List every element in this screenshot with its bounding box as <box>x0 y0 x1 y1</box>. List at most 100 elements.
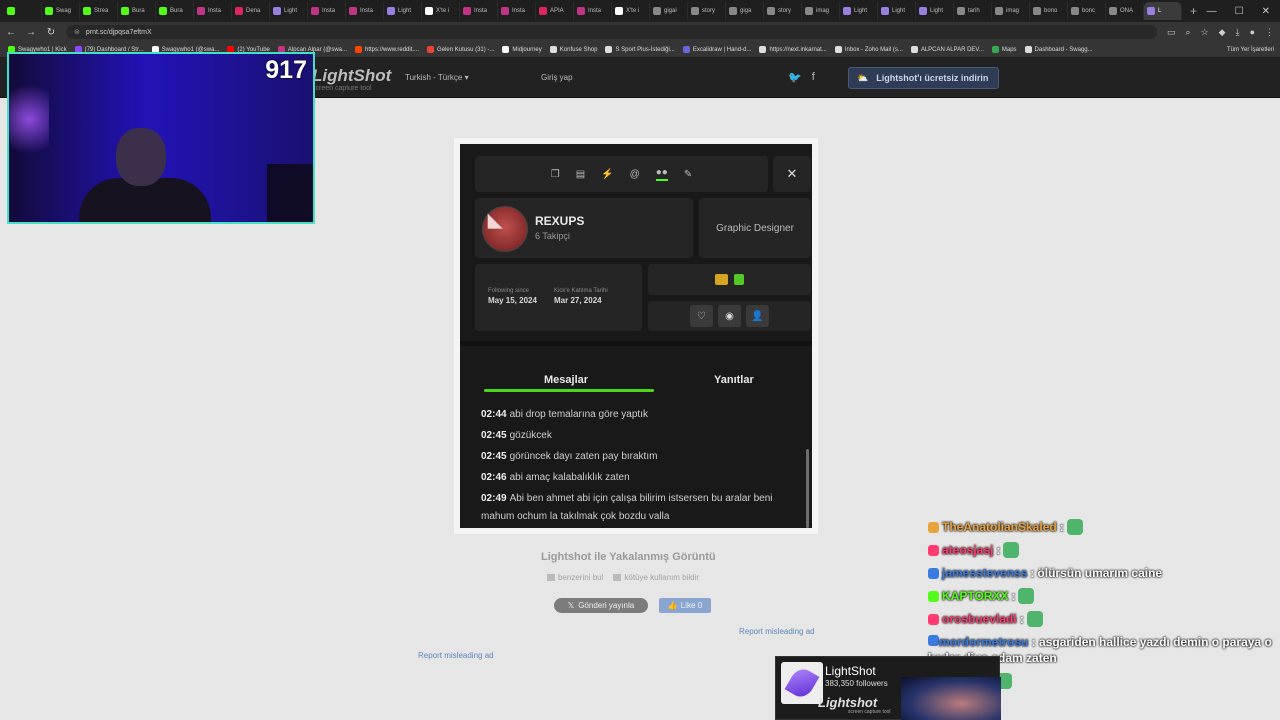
browser-tab[interactable]: giga <box>726 2 764 20</box>
tab-messages[interactable]: Mesajlar <box>544 374 588 386</box>
tweet-button[interactable]: 𝕏 Gönderi yayınla <box>554 598 648 613</box>
find-similar-link[interactable]: benzerini bul <box>547 573 603 582</box>
browser-tab[interactable]: imag <box>802 2 840 20</box>
find-similar-label: benzerini bul <box>558 573 604 582</box>
facebook-icon[interactable]: f <box>812 71 815 84</box>
bookmark-item[interactable]: Gelen Kutusu (31) -... <box>427 46 494 53</box>
browser-tab[interactable]: story <box>764 2 802 20</box>
language-label: Turkish - Türkçe <box>405 73 463 82</box>
bookmark-item[interactable]: https://next.inkarnat... <box>759 46 827 53</box>
screenshot-frame: ❐ ▤ ⚡ @ ●● ✎ ✕ ◣ REXUPS 6 Takipçi Graphi… <box>454 138 818 534</box>
chat-bubble-icon[interactable]: ●● <box>655 167 668 181</box>
mention-icon[interactable]: @ <box>630 169 640 180</box>
site-logo[interactable]: LightShot <box>312 66 391 86</box>
window-close-icon[interactable]: ✕ <box>1262 6 1270 17</box>
x-logo-icon: 𝕏 <box>567 601 575 610</box>
bookmark-item[interactable]: ALPCAN ALPAR DEV... <box>910 46 984 53</box>
browser-tab[interactable]: Light <box>878 2 916 20</box>
eye-icon[interactable]: ◉ <box>718 305 741 327</box>
browser-tab[interactable]: Insta <box>498 2 536 20</box>
browser-tab[interactable]: APIA <box>536 2 574 20</box>
browser-tab[interactable]: tarih <box>954 2 992 20</box>
cast-icon[interactable]: ▭ <box>1167 27 1176 38</box>
reload-icon[interactable]: ↻ <box>46 27 56 38</box>
browser-tab[interactable]: X'te i <box>612 2 650 20</box>
all-bookmarks-link[interactable]: Tüm Yer İşaretleri <box>1227 47 1280 53</box>
site-info-icon[interactable]: ⊜ <box>74 28 80 36</box>
pin-icon[interactable]: ✎ <box>684 169 692 180</box>
browser-tab[interactable]: Insta <box>346 2 384 20</box>
bookmark-item[interactable]: https://www.reddit.... <box>355 46 419 53</box>
browser-tab[interactable]: Dena <box>232 2 270 20</box>
tab-replies[interactable]: Yanıtlar <box>714 374 754 386</box>
bookmark-item[interactable]: Maps <box>991 46 1017 53</box>
browser-tab[interactable]: Light <box>384 2 422 20</box>
copy-icon[interactable]: ❐ <box>551 169 560 180</box>
browser-tab[interactable]: bonc <box>1068 2 1106 20</box>
profile-icon[interactable]: ● <box>1250 27 1255 38</box>
tab-label: bonc <box>1082 8 1096 14</box>
bookmark-item[interactable]: Konfuse Shop <box>549 46 597 53</box>
browser-tab[interactable]: story <box>688 2 726 20</box>
close-button[interactable]: ✕ <box>773 156 811 192</box>
message-scrollbar[interactable] <box>806 449 809 528</box>
tab-label: tarih <box>968 8 980 14</box>
language-selector[interactable]: Turkish - Türkçe ▾ <box>405 73 469 82</box>
tab-favicon-icon <box>1033 7 1041 15</box>
bookmark-item[interactable]: Excalidraw | Hand-d... <box>682 46 752 53</box>
tab-label: giga <box>740 8 752 14</box>
browser-tab[interactable]: gigai <box>650 2 688 20</box>
browser-tab[interactable]: Swag <box>42 2 80 20</box>
maximize-icon[interactable]: ☐ <box>1235 6 1244 17</box>
bookmark-star-icon[interactable]: ☆ <box>1201 27 1209 38</box>
url-field[interactable]: ⊜ prnt.sc/djpqsa7eftmX <box>66 25 1158 39</box>
report-ad-link-left[interactable]: Report misleading ad <box>418 651 494 660</box>
lightning-icon[interactable]: ⚡ <box>601 169 613 180</box>
browser-tab[interactable]: Insta <box>574 2 612 20</box>
browser-tab[interactable]: Bura <box>118 2 156 20</box>
twitter-icon[interactable]: 🐦 <box>788 71 802 84</box>
browser-tab[interactable]: imag <box>992 2 1030 20</box>
message-time: 02:49 <box>481 493 507 504</box>
browser-tab[interactable] <box>4 2 42 20</box>
tweet-button-label: Gönderi yayınla <box>578 601 635 610</box>
browser-tab[interactable]: Insta <box>460 2 498 20</box>
browser-tab[interactable]: X'te i <box>422 2 460 20</box>
image-caption: Lightshot ile Yakalanmış Görüntü <box>541 551 716 563</box>
browser-tab[interactable]: L <box>1144 2 1182 20</box>
like-button[interactable]: 👍 Like 0 <box>659 598 711 613</box>
heart-icon[interactable]: ♡ <box>690 305 713 327</box>
browser-tab[interactable]: Insta <box>194 2 232 20</box>
save-icon[interactable]: ▤ <box>576 169 585 180</box>
bookmark-item[interactable]: Inbox - Zoho Mail (s... <box>834 46 903 53</box>
bookmark-label: Inbox - Zoho Mail (s... <box>844 46 903 53</box>
menu-icon[interactable]: ⋮ <box>1265 27 1274 38</box>
report-ad-link-right[interactable]: Report misleading ad <box>739 627 815 636</box>
login-link[interactable]: Giriş yap <box>541 73 573 82</box>
browser-tab[interactable]: Bura <box>156 2 194 20</box>
extensions-icon[interactable]: ◆ <box>1219 27 1226 38</box>
browser-tab[interactable]: Light <box>840 2 878 20</box>
browser-tab[interactable]: bono <box>1030 2 1068 20</box>
bookmark-item[interactable]: Dashboard - Swagg... <box>1024 46 1093 53</box>
browser-tab[interactable]: ONA <box>1106 2 1144 20</box>
user-settings-icon[interactable]: 👤 <box>746 305 769 327</box>
new-tab-button[interactable]: + <box>1182 4 1205 18</box>
bookmark-label: https://next.inkarnat... <box>769 46 827 53</box>
browser-tab[interactable]: Insta <box>308 2 346 20</box>
tab-label: story <box>778 8 792 14</box>
forward-icon[interactable]: → <box>26 27 36 38</box>
report-abuse-link[interactable]: kötüye kullanım bildir <box>613 573 699 582</box>
role-badge: Graphic Designer <box>699 198 811 258</box>
bookmark-item[interactable]: S Sport Plus-İstediği... <box>605 46 675 53</box>
back-icon[interactable]: ← <box>6 27 16 38</box>
minimize-icon[interactable]: — <box>1207 6 1217 17</box>
browser-tab[interactable]: Light <box>916 2 954 20</box>
browser-tab[interactable]: Strea <box>80 2 118 20</box>
bookmark-item[interactable]: Midjourney <box>502 46 542 53</box>
downloads-icon[interactable]: ⤓ <box>1236 27 1240 38</box>
zoom-icon[interactable]: ⌕ <box>1186 27 1191 38</box>
browser-tab[interactable]: Light <box>270 2 308 20</box>
bookmark-label: Excalidraw | Hand-d... <box>692 46 752 53</box>
download-button[interactable]: ⛅ Lightshot'ı ücretsiz indirin <box>848 67 999 89</box>
